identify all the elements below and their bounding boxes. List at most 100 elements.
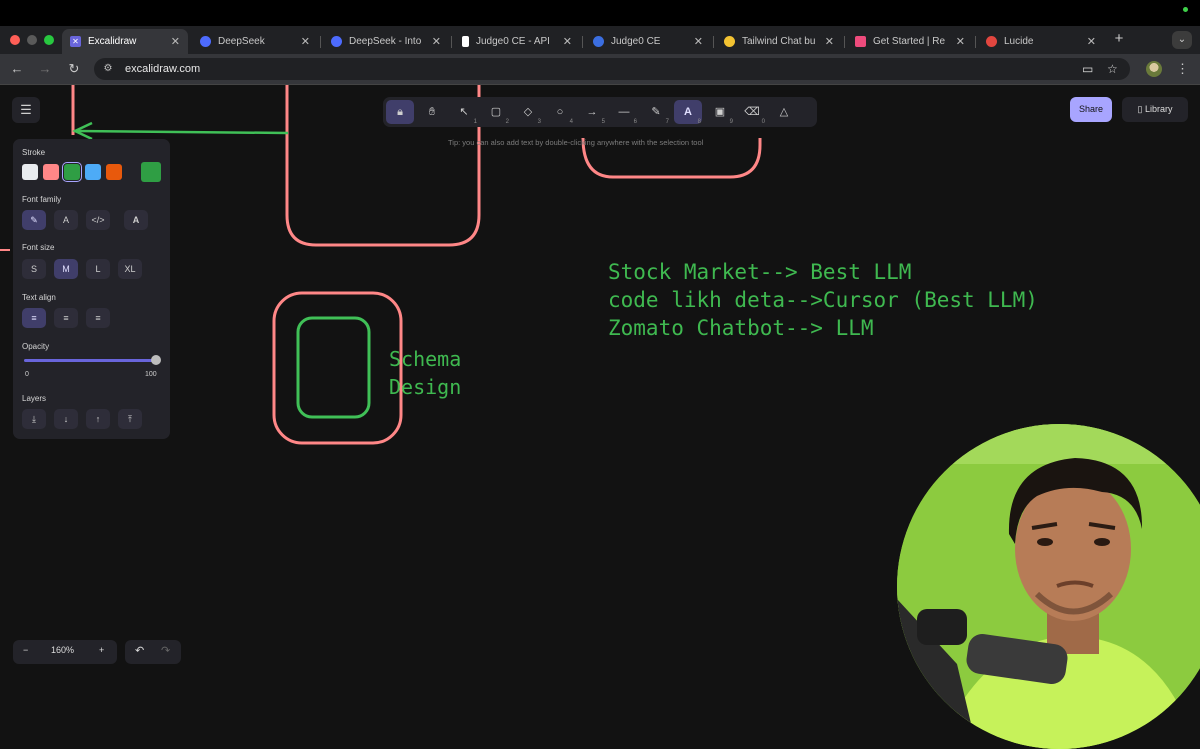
line-tool-button[interactable]: —6 <box>610 100 638 125</box>
reload-icon[interactable]: ↻ <box>66 61 82 77</box>
font-size-s[interactable]: S <box>22 259 46 279</box>
send-to-back-button[interactable]: ⤓ <box>22 409 46 429</box>
rectangle-tool-button[interactable]: ▢ 2 <box>482 100 510 125</box>
close-tab-icon[interactable]: ✕ <box>301 35 310 48</box>
text-icon: A <box>684 106 692 118</box>
close-tab-icon[interactable]: ✕ <box>694 35 703 48</box>
close-tab-icon[interactable]: ✕ <box>1087 35 1096 48</box>
font-size-l[interactable]: L <box>86 259 110 279</box>
circle-icon: ○ <box>556 106 564 118</box>
image-tool-button[interactable]: ▣ 9 <box>706 100 734 125</box>
stroke-color-green[interactable] <box>62 162 82 182</box>
opacity-slider-thumb[interactable] <box>151 355 161 365</box>
more-tools-button[interactable]: △ <box>770 100 798 124</box>
close-tab-icon[interactable]: ✕ <box>563 35 572 48</box>
shortcut-key: 6 <box>633 119 637 125</box>
cast-icon[interactable]: ▭ <box>1082 62 1093 76</box>
font-code-button[interactable]: </> <box>86 210 110 230</box>
red-outer-box <box>272 291 403 445</box>
diamond-tool-button[interactable]: ◇ 3 <box>514 100 542 125</box>
share-button[interactable]: Share <box>1070 97 1112 122</box>
zoom-level[interactable]: 160% <box>51 645 74 655</box>
close-tab-icon[interactable]: ✕ <box>956 35 965 48</box>
font-hand-drawn-button[interactable]: ✎ <box>22 210 46 230</box>
close-window-button[interactable] <box>10 35 20 45</box>
hand-tool-button[interactable]: ✋︎ <box>418 100 446 124</box>
tab-divider <box>713 36 714 48</box>
stroke-color-blue[interactable] <box>85 164 101 180</box>
drawing-canvas[interactable]: Schema Design Stock Market--> Best LLM c… <box>0 85 1200 749</box>
arrow-tool-button[interactable]: → 5 <box>578 100 606 125</box>
stroke-color-red[interactable] <box>43 164 59 180</box>
shortcut-key: 3 <box>537 119 541 125</box>
schema-text-line2[interactable]: Design <box>389 375 461 399</box>
stroke-color-white[interactable] <box>22 164 38 180</box>
green-arrow <box>74 129 289 135</box>
back-arrow-icon[interactable]: ← <box>9 61 25 77</box>
tab-lucide[interactable]: Lucide ✕ <box>978 29 1104 54</box>
align-right-button[interactable]: ≡ <box>86 308 110 328</box>
note-line-3[interactable]: Zomato Chatbot--> LLM <box>608 316 874 340</box>
tab-deepseek[interactable]: DeepSeek ✕ <box>192 29 318 54</box>
new-tab-button[interactable]: + <box>1110 30 1128 48</box>
bookmark-star-icon[interactable]: ☆ <box>1107 62 1118 76</box>
maximize-window-button[interactable] <box>44 35 54 45</box>
tab-excalidraw[interactable]: ✕ Excalidraw ✕ <box>62 29 188 54</box>
tab-judge0-api[interactable]: Judge0 CE - API ✕ <box>454 29 580 54</box>
history-controls: ↶ ↷ <box>125 640 181 664</box>
address-field[interactable]: ⚙ excalidraw.com ▭ ☆ <box>94 58 1130 80</box>
align-center-icon: ≡ <box>63 313 69 323</box>
ellipse-tool-button[interactable]: ○ 4 <box>546 100 574 125</box>
tab-title: DeepSeek <box>218 36 265 47</box>
layers-label: Layers <box>22 394 47 403</box>
close-tab-icon[interactable]: ✕ <box>825 35 834 48</box>
font-size-m[interactable]: M <box>54 259 78 279</box>
send-backward-button[interactable]: ↓ <box>54 409 78 429</box>
tab-search-chevron-icon[interactable]: ⌄ <box>1172 31 1192 49</box>
main-menu-button[interactable]: ☰ <box>12 97 40 123</box>
arrow-up-icon: ↑ <box>95 414 101 424</box>
profile-avatar[interactable] <box>1146 61 1162 77</box>
arrow-icon: → <box>586 106 598 118</box>
diamond-icon: ◇ <box>523 106 533 118</box>
undo-icon[interactable]: ↶ <box>135 644 144 657</box>
align-center-button[interactable]: ≡ <box>54 308 78 328</box>
tab-divider <box>844 36 845 48</box>
browser-menu-icon[interactable]: ⋮ <box>1176 61 1189 77</box>
selection-tool-button[interactable]: ↖ 1 <box>450 100 478 125</box>
draw-tool-button[interactable]: ✎ 7 <box>642 100 670 125</box>
font-more-button[interactable]: A <box>124 210 148 230</box>
zoom-in-button[interactable]: + <box>99 645 104 655</box>
opacity-slider-track[interactable] <box>24 359 156 362</box>
tab-tailwind-chat[interactable]: Tailwind Chat bu ✕ <box>716 29 842 54</box>
code-icon: </> <box>91 215 105 225</box>
bring-forward-button[interactable]: ↑ <box>86 409 110 429</box>
text-tool-button[interactable]: A8 <box>674 100 702 125</box>
close-tab-icon[interactable]: ✕ <box>171 35 180 48</box>
lock-tool-button[interactable]: 🔒︎ <box>386 100 414 124</box>
align-left-button[interactable]: ≡ <box>22 308 46 328</box>
font-size-xl[interactable]: XL <box>118 259 142 279</box>
library-button[interactable]: ▯ Library <box>1122 97 1188 122</box>
tab-deepseek-into[interactable]: DeepSeek - Into ✕ <box>323 29 449 54</box>
note-line-1[interactable]: Stock Market--> Best LLM <box>608 260 911 284</box>
line-icon: — <box>618 106 630 118</box>
current-stroke-color[interactable] <box>141 162 161 182</box>
bring-to-front-button[interactable]: ⤒ <box>118 409 142 429</box>
stroke-label: Stroke <box>22 148 46 157</box>
redo-icon[interactable]: ↷ <box>161 644 170 657</box>
site-settings-icon[interactable]: ⚙ <box>102 63 114 75</box>
tab-get-started[interactable]: Get Started | Re ✕ <box>847 29 973 54</box>
tab-judge0-ce[interactable]: Judge0 CE ✕ <box>585 29 711 54</box>
stroke-color-orange[interactable] <box>106 164 122 180</box>
close-tab-icon[interactable]: ✕ <box>432 35 441 48</box>
minimize-window-button[interactable] <box>27 35 37 45</box>
shortcut-key: 7 <box>665 119 669 125</box>
zoom-out-button[interactable]: − <box>23 645 28 655</box>
system-top-strip <box>0 0 1200 26</box>
eraser-tool-button[interactable]: ⌫ 0 <box>738 100 766 125</box>
note-line-2[interactable]: code likh deta-->Cursor (Best LLM) <box>608 288 1038 312</box>
schema-text-line1[interactable]: Schema <box>389 347 461 371</box>
font-normal-button[interactable]: A <box>54 210 78 230</box>
forward-arrow-icon[interactable]: → <box>37 61 53 77</box>
